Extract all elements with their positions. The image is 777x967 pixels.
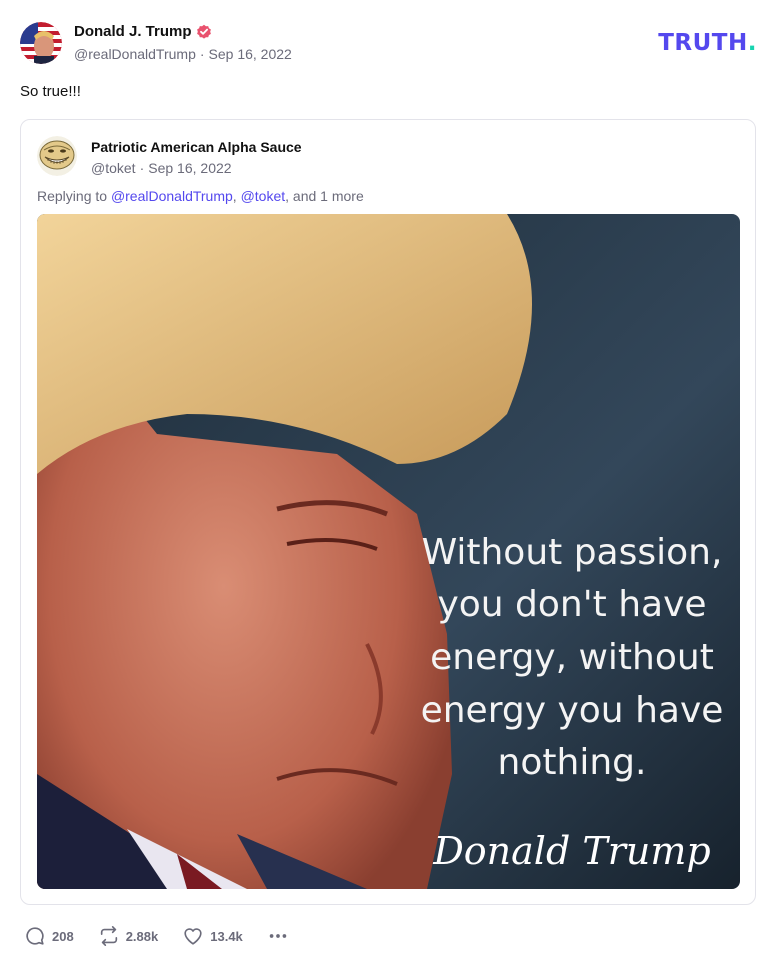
quoted-post-image[interactable]: Without passion, you don't have energy, … — [37, 214, 740, 889]
quoted-author-name[interactable]: Patriotic American Alpha Sauce — [91, 139, 302, 155]
logo-text: TRUTH — [658, 30, 748, 56]
retruth-button[interactable]: 2.88k — [98, 925, 159, 947]
author-name-row: Donald J. Trump — [74, 23, 212, 40]
reply-count: 208 — [52, 928, 74, 944]
quoted-author-avatar[interactable] — [37, 136, 77, 176]
truth-logo[interactable]: TRUTH. — [658, 30, 757, 56]
logo-dot: . — [747, 30, 757, 56]
verified-badge-icon — [196, 24, 211, 39]
reply-button[interactable]: 208 — [24, 925, 74, 947]
author-name[interactable]: Donald J. Trump — [74, 23, 192, 40]
more-icon — [269, 934, 287, 938]
reply-icon — [26, 927, 44, 945]
image-quote-line: energy you have — [421, 690, 724, 731]
image-signature: Donald Trump — [432, 829, 710, 873]
quoted-author-handle[interactable]: @toket — [91, 160, 136, 176]
like-icon — [184, 928, 202, 945]
retruth-icon — [100, 926, 117, 946]
replying-to-line: Replying to @realDonaldTrump, @toket, an… — [37, 188, 364, 204]
quoted-post-date[interactable]: Sep 16, 2022 — [148, 160, 231, 176]
post-header: Donald J. Trump @realDonaldTrump · Sep 1… — [20, 20, 757, 68]
quoted-author-meta: @toket · Sep 16, 2022 — [91, 160, 232, 176]
image-quote-line: nothing. — [498, 742, 647, 783]
retruth-count: 2.88k — [125, 928, 159, 944]
author-avatar[interactable] — [20, 22, 62, 64]
post-date[interactable]: Sep 16, 2022 — [209, 46, 292, 62]
quoted-meta-separator: · — [139, 160, 145, 176]
image-quote-line: you don't have — [437, 584, 706, 625]
like-count: 13.4k — [210, 928, 243, 944]
author-meta: @realDonaldTrump · Sep 16, 2022 — [74, 46, 292, 62]
mention-link[interactable]: @toket — [241, 188, 286, 204]
like-button[interactable]: 13.4k — [182, 925, 243, 947]
author-handle[interactable]: @realDonaldTrump — [74, 46, 196, 62]
post-text: So true!!! — [20, 83, 81, 100]
replying-suffix[interactable]: , and 1 more — [285, 188, 364, 204]
more-options-button[interactable] — [267, 925, 289, 947]
meta-separator: · — [199, 46, 205, 62]
mention-link[interactable]: @realDonaldTrump — [111, 188, 233, 204]
image-quote-line: Without passion, — [422, 532, 723, 573]
post-action-bar: 208 2.88k 13.4k — [24, 925, 289, 947]
mention-comma: , — [232, 188, 241, 204]
replying-prefix: Replying to — [37, 188, 111, 204]
quoted-post-card[interactable]: Patriotic American Alpha Sauce @toket · … — [20, 119, 756, 905]
image-quote-line: energy, without — [430, 637, 714, 678]
